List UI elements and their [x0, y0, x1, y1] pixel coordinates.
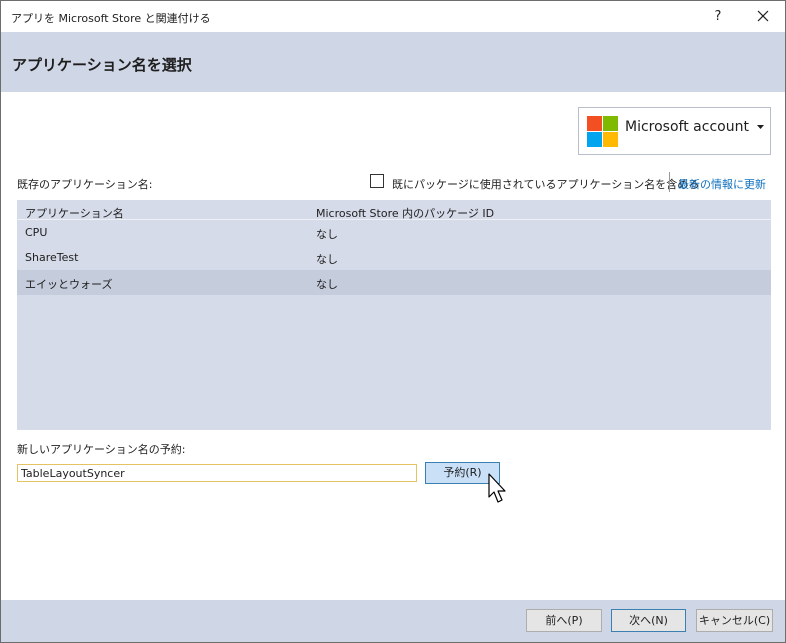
- table-row[interactable]: ShareTest なし: [17, 245, 771, 270]
- include-used-names-checkbox[interactable]: [370, 174, 384, 188]
- table-row[interactable]: CPU なし: [17, 220, 771, 245]
- column-header-app-name[interactable]: アプリケーション名: [25, 205, 124, 221]
- back-button[interactable]: 前へ(P): [526, 609, 602, 632]
- close-icon: [757, 10, 769, 22]
- cell-app-name: エイッとウォーズ: [25, 278, 113, 291]
- cell-app-name: ShareTest: [25, 251, 79, 264]
- microsoft-logo-icon: [587, 116, 618, 147]
- next-button[interactable]: 次へ(N): [611, 609, 686, 632]
- refresh-link[interactable]: 最新の情報に更新: [678, 176, 766, 192]
- page-title: アプリケーション名を選択: [12, 56, 192, 74]
- existing-names-label: 既存のアプリケーション名:: [17, 178, 153, 191]
- footer-band: 前へ(P) 次へ(N) キャンセル(C): [1, 600, 785, 642]
- close-button[interactable]: [741, 1, 785, 32]
- divider: [669, 172, 670, 192]
- dialog-window: アプリを Microsoft Store と関連付ける ? アプリケーション名を…: [0, 0, 786, 643]
- reserve-name-label: 新しいアプリケーション名の予約:: [17, 443, 186, 456]
- account-label: Microsoft account: [625, 119, 749, 135]
- include-used-names-label[interactable]: 既にパッケージに使用されているアプリケーション名を含める: [392, 176, 699, 192]
- mouse-pointer-icon: [488, 473, 506, 503]
- account-picker-button[interactable]: Microsoft account: [578, 107, 771, 155]
- window-title: アプリを Microsoft Store と関連付ける: [11, 12, 211, 25]
- grid-header: アプリケーション名 Microsoft Store 内のパッケージ ID: [17, 200, 771, 220]
- title-bar: アプリを Microsoft Store と関連付ける ?: [1, 1, 785, 32]
- column-header-package-id[interactable]: Microsoft Store 内のパッケージ ID: [316, 205, 494, 221]
- cancel-button[interactable]: キャンセル(C): [696, 609, 773, 632]
- cell-package-id: なし: [316, 228, 338, 241]
- new-app-name-input[interactable]: [17, 464, 417, 482]
- cell-package-id: なし: [316, 253, 338, 266]
- app-names-grid: アプリケーション名 Microsoft Store 内のパッケージ ID CPU…: [17, 200, 771, 430]
- cell-app-name: CPU: [25, 226, 48, 239]
- cell-package-id: なし: [316, 278, 338, 291]
- caret-down-icon: [757, 125, 764, 129]
- header-band: アプリケーション名を選択: [1, 32, 785, 92]
- help-button[interactable]: ?: [703, 1, 733, 32]
- table-row[interactable]: エイッとウォーズ なし: [17, 270, 771, 295]
